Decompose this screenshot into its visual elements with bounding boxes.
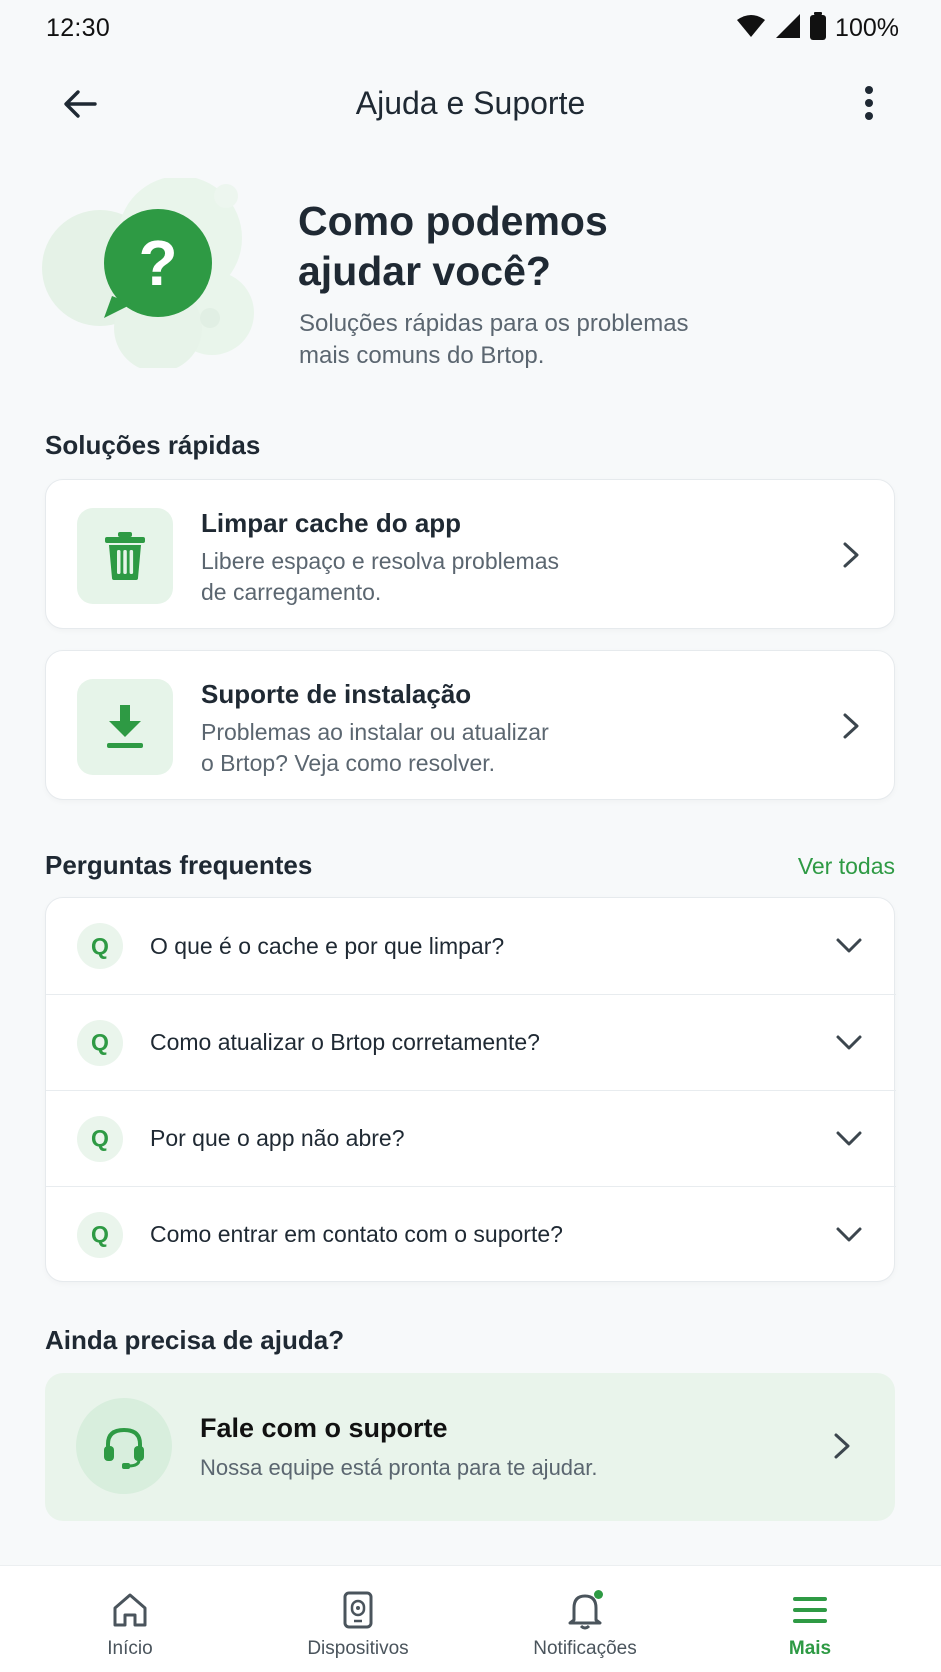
status-bar: 12:30 100% — [0, 0, 941, 56]
signal-icon — [775, 13, 801, 44]
more-options-button[interactable] — [847, 80, 891, 126]
arrow-left-icon — [64, 90, 97, 118]
battery-icon — [810, 11, 827, 45]
chevron-down-icon — [832, 1220, 866, 1250]
help-illustration-icon: ? — [42, 178, 254, 368]
app-bar: Ajuda e Suporte — [0, 62, 941, 144]
notification-badge — [594, 1590, 603, 1599]
chevron-right-icon — [836, 709, 866, 743]
quick-solutions-title: Soluções rápidas — [45, 430, 261, 460]
question-badge: Q — [77, 1211, 123, 1258]
support-section-title: Ainda precisa de ajuda? — [45, 1325, 345, 1355]
status-time: 12:30 — [46, 13, 111, 42]
faq-question: Por que o app não abre? — [150, 1125, 405, 1151]
wifi-icon — [736, 14, 766, 43]
bell-icon — [563, 1588, 607, 1632]
nav-item-home[interactable]: Início — [30, 1566, 230, 1672]
hero-section: ? Como podemos ajudar você? Soluções ráp… — [40, 178, 900, 378]
nav-label: Dispositivos — [307, 1638, 409, 1659]
chevron-down-icon — [832, 931, 866, 961]
support-description: Nossa equipe está pronta para te ajudar. — [200, 1455, 598, 1480]
see-all-link[interactable]: Ver todas — [798, 853, 895, 880]
question-badge: Q — [77, 923, 123, 969]
status-icons: 100% — [736, 11, 899, 45]
hero-title: Como podemos ajudar você? — [298, 198, 608, 294]
faq-list: Q O que é o cache e por que limpar? Q Co… — [45, 897, 896, 1282]
hero-subtitle: Soluções rápidas para os problemas mais … — [299, 310, 689, 369]
chevron-down-icon — [832, 1028, 866, 1058]
support-title: Fale com o suporte — [200, 1413, 448, 1443]
nav-item-devices[interactable]: Dispositivos — [258, 1566, 458, 1672]
faq-question: Como atualizar o Brtop corretamente? — [150, 1029, 540, 1055]
faq-item[interactable]: Q Por que o app não abre? — [46, 1090, 896, 1186]
download-icon — [77, 679, 173, 775]
question-badge: Q — [77, 1019, 123, 1066]
page-title: Ajuda e Suporte — [355, 84, 586, 121]
card-title: Suporte de instalação — [201, 679, 472, 709]
card-description: Problemas ao instalar ou atualizar o Brt… — [201, 719, 549, 776]
nav-label: Mais — [788, 1638, 832, 1659]
back-button[interactable] — [58, 82, 102, 126]
chevron-right-icon — [827, 1429, 857, 1463]
faq-item[interactable]: Q Como atualizar o Brtop corretamente? — [46, 994, 896, 1090]
card-description: Libere espaço e resolva problemas de car… — [201, 548, 559, 605]
nav-label: Notificações — [533, 1638, 637, 1659]
more-vertical-icon — [865, 86, 873, 120]
svg-text:?: ? — [138, 227, 177, 299]
faq-question: Como entrar em contato com o suporte? — [150, 1221, 563, 1247]
device-icon — [336, 1588, 380, 1632]
chevron-right-icon — [836, 538, 866, 572]
install-support-card[interactable]: Suporte de instalação Problemas ao insta… — [45, 650, 895, 800]
faq-item[interactable]: Q Como entrar em contato com o suporte? — [46, 1186, 896, 1282]
faq-item[interactable]: Q O que é o cache e por que limpar? — [46, 898, 896, 994]
faq-title: Perguntas frequentes — [45, 850, 313, 880]
contact-support-card[interactable]: Fale com o suporte Nossa equipe está pro… — [45, 1373, 895, 1521]
nav-label: Início — [107, 1638, 153, 1659]
faq-question: O que é o cache e por que limpar? — [150, 932, 505, 959]
home-icon — [108, 1588, 152, 1632]
headset-icon — [76, 1398, 172, 1494]
trash-icon — [77, 508, 173, 604]
battery-level: 100% — [835, 13, 899, 42]
nav-item-notifications[interactable]: Notificações — [485, 1566, 685, 1672]
bottom-navigation: Início Dispositivos Notificações Mais — [0, 1565, 941, 1672]
card-title: Limpar cache do app — [201, 508, 462, 538]
menu-icon — [788, 1588, 832, 1632]
chevron-down-icon — [832, 1124, 866, 1154]
nav-item-more[interactable]: Mais — [710, 1566, 910, 1672]
clear-cache-card[interactable]: Limpar cache do app Libere espaço e reso… — [45, 479, 895, 629]
question-badge: Q — [77, 1115, 123, 1162]
